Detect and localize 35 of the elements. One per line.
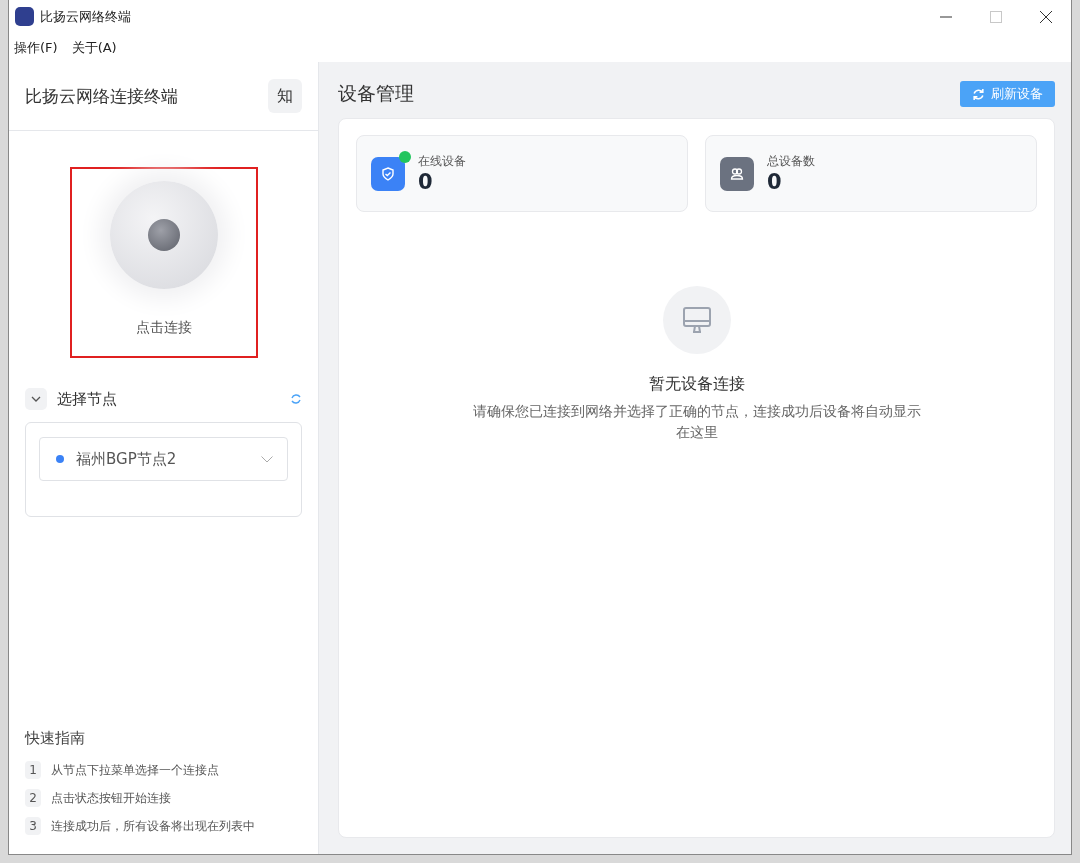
connect-label: 点击连接 <box>135 319 192 337</box>
menu-item[interactable]: 操作(F) <box>14 38 58 57</box>
step-text: 连接成功后，所有设备将出现在列表中 <box>51 817 255 835</box>
users-icon <box>720 156 754 191</box>
section-title: 选择节点 <box>57 389 117 409</box>
step-text: 从节点下拉菜单选择一个连接点 <box>51 761 219 779</box>
stat-label: 总设备数 <box>767 153 815 170</box>
minimize-icon <box>940 15 952 18</box>
step-number: 3 <box>25 817 41 835</box>
app-name: 比扬云网络连接终端 <box>25 84 178 108</box>
chevron-icon <box>31 396 41 402</box>
user-avatar[interactable]: 知 <box>268 79 302 113</box>
guide-title: 快速指南 <box>25 729 86 748</box>
stat-value: 0 <box>767 170 783 194</box>
refresh-icon <box>972 87 985 101</box>
maximize-icon <box>990 10 1002 23</box>
step-text: 点击状态按钮开始连接 <box>51 789 171 807</box>
window-title: 比扬云网络终端 <box>40 7 131 26</box>
caret-icon <box>261 455 273 463</box>
step-number: 2 <box>25 789 41 807</box>
empty-message: 请确保您已连接到网络并选择了正确的节点，连接成功后设备将自动显示在这里 <box>471 402 922 442</box>
menu-item[interactable]: 关于(A) <box>71 38 117 57</box>
collapse-toggle[interactable] <box>25 388 47 410</box>
app-logo-icon <box>15 7 34 26</box>
stat-label: 在线设备 <box>418 153 466 170</box>
online-dot <box>399 150 411 163</box>
empty-title: 暂无设备连接 <box>648 374 745 395</box>
close-icon <box>1040 10 1052 23</box>
status-dot <box>56 455 64 463</box>
refresh-icon[interactable] <box>290 393 302 405</box>
page-title: 设备管理 <box>338 81 414 106</box>
step-number: 1 <box>25 761 41 779</box>
shield-icon <box>371 156 405 191</box>
node-select[interactable]: 福州BGP节点2 <box>39 437 288 481</box>
stat-value: 0 <box>418 170 434 194</box>
